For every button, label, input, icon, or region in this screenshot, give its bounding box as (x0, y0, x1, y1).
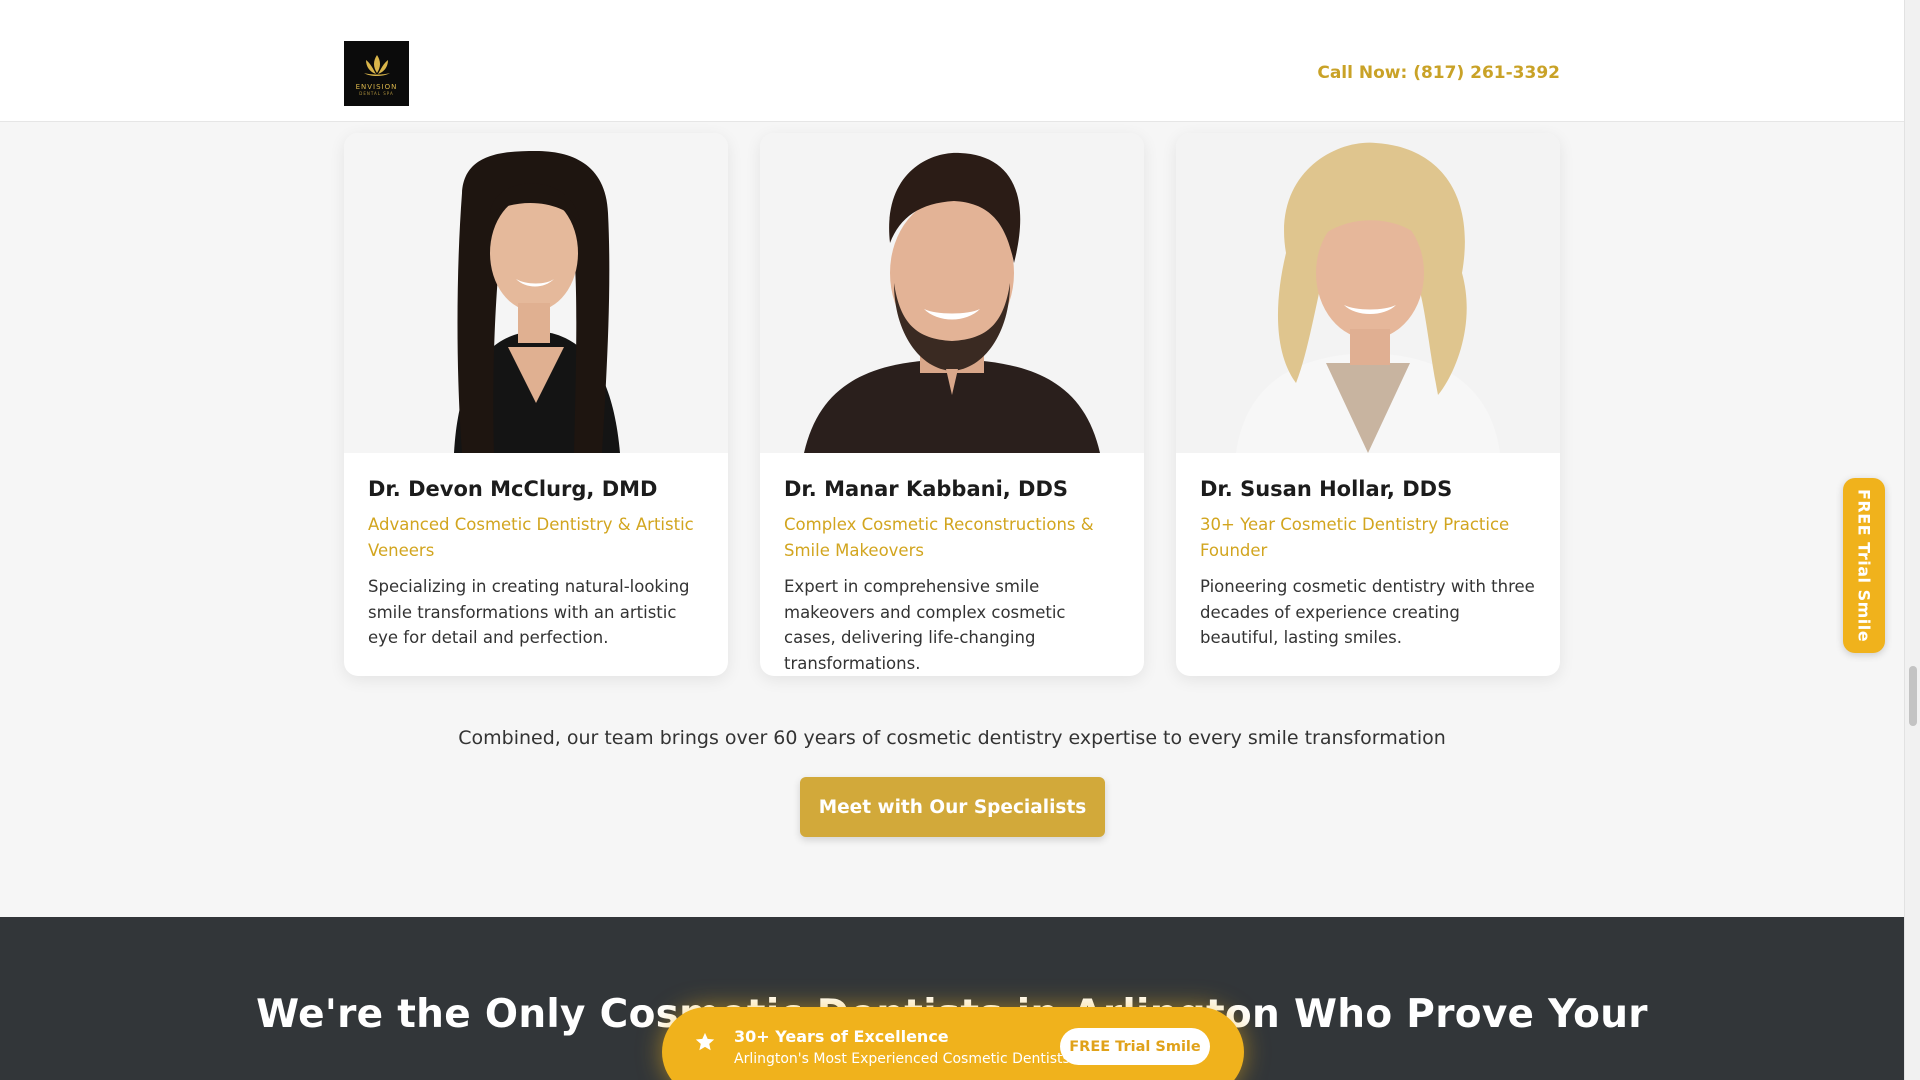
logo-text: ENVISION (355, 83, 398, 91)
site-header: ENVISION DENTAL SPA Call Now: (817) 261-… (0, 0, 1904, 122)
doctor-specialty: Complex Cosmetic Reconstructions & Smile… (784, 515, 1094, 560)
star-icon (695, 1032, 715, 1051)
doctor-description: Pioneering cosmetic dentistry with three… (1200, 577, 1535, 647)
doctor-name: Dr. Devon McClurg, DMD (368, 477, 658, 501)
promo-subtitle: Arlington's Most Experienced Cosmetic De… (734, 1051, 1070, 1067)
doctor-photo (344, 133, 728, 453)
doctor-photo (1176, 133, 1560, 453)
doctor-specialty: 30+ Year Cosmetic Dentistry Practice Fou… (1200, 515, 1510, 560)
doctor-specialty: Advanced Cosmetic Dentistry & Artistic V… (368, 515, 694, 560)
side-tab-label: FREE Trial Smile (1854, 488, 1874, 643)
promo-title: 30+ Years of Excellence (734, 1027, 949, 1046)
free-trial-smile-side-tab[interactable]: FREE Trial Smile (1843, 478, 1885, 653)
doctor-description: Expert in comprehensive smile makeovers … (784, 577, 1066, 673)
doctor-card: Dr. Susan Hollar, DDS 30+ Year Cosmetic … (1176, 133, 1560, 676)
doctor-card: Dr. Manar Kabbani, DDS Complex Cosmetic … (760, 133, 1144, 676)
doctor-photo (760, 133, 1144, 453)
doctor-card: Dr. Devon McClurg, DMD Advanced Cosmetic… (344, 133, 728, 676)
envision-logo[interactable]: ENVISION DENTAL SPA (344, 41, 409, 106)
doctor-name: Dr. Susan Hollar, DDS (1200, 477, 1453, 501)
meet-specialists-button[interactable]: Meet with Our Specialists (800, 777, 1105, 837)
doctor-name: Dr. Manar Kabbani, DDS (784, 477, 1069, 501)
lotus-logo-icon (363, 55, 390, 76)
floating-promo-bar: 30+ Years of Excellence Arlington's Most… (662, 1007, 1244, 1080)
call-now-link[interactable]: Call Now: (817) 261-3392 (1317, 63, 1560, 83)
scrollbar-thumb[interactable] (1909, 666, 1917, 726)
free-trial-smile-button[interactable]: FREE Trial Smile (1060, 1028, 1210, 1065)
doctors-cards: Dr. Devon McClurg, DMD Advanced Cosmetic… (344, 133, 1560, 676)
doctor-description: Specializing in creating natural-looking… (368, 577, 690, 647)
team-summary: Combined, our team brings over 60 years … (458, 727, 1446, 749)
page-scrollbar[interactable] (1904, 0, 1920, 1080)
logo-subtext: DENTAL SPA (359, 91, 394, 96)
